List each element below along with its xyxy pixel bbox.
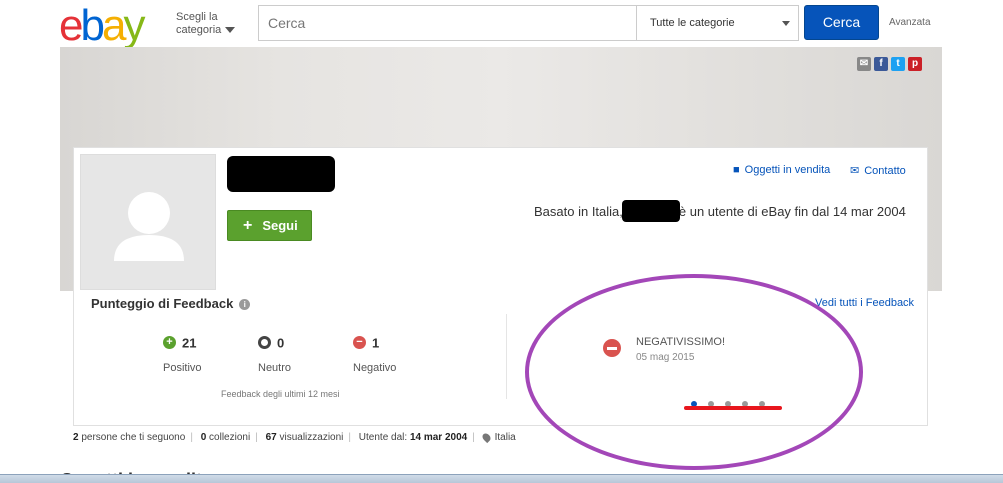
rating-neutral[interactable]: 0 Neutro <box>258 334 291 374</box>
member-since-value: 14 mar 2004 <box>409 432 468 443</box>
redacted-username <box>227 156 335 192</box>
neutral-icon <box>258 336 271 350</box>
positive-icon: + <box>163 336 176 350</box>
see-all-feedback-link[interactable]: Vedi tutti i Feedback <box>815 297 914 309</box>
annotation-ellipse <box>525 274 863 470</box>
category-select-value: Tutte le categorie <box>650 17 735 29</box>
follow-button[interactable]: + Segui <box>227 210 312 241</box>
items-for-sale-link[interactable]: ■ Oggetti in vendita <box>733 164 830 176</box>
advanced-search-link[interactable]: Avanzata <box>889 17 931 28</box>
chevron-down-icon <box>782 21 790 26</box>
contact-link[interactable]: ✉ Contatto <box>850 164 906 177</box>
followers-count: 2 <box>73 432 79 443</box>
plus-icon: + <box>243 217 253 234</box>
negative-icon: − <box>353 336 366 350</box>
ebay-logo[interactable]: ebay <box>59 4 145 48</box>
feedback-score-title: Punteggio di Feedback i <box>91 296 251 311</box>
tag-icon: ■ <box>733 164 740 176</box>
pinterest-icon[interactable]: p <box>908 57 922 71</box>
shop-by-category-dropdown[interactable]: Scegli la categoria <box>176 11 236 37</box>
search-bar: Tutte le categorie <box>258 5 799 41</box>
collections-count: 0 <box>200 432 207 443</box>
profile-stats: 2 persone che ti seguono | 0 collezioni | … <box>73 431 516 444</box>
views-count: 67 <box>265 432 277 443</box>
user-silhouette-icon <box>114 192 184 261</box>
location-pin-icon <box>480 431 492 444</box>
facebook-icon[interactable]: f <box>874 57 888 71</box>
email-icon[interactable]: ✉ <box>857 57 871 71</box>
rating-negative[interactable]: −1 Negativo <box>353 334 396 374</box>
avatar <box>80 154 216 290</box>
chevron-down-icon <box>225 27 236 34</box>
twitter-icon[interactable]: t <box>891 57 905 71</box>
rating-positive[interactable]: +21 Positivo <box>163 334 202 374</box>
redacted-username-inline <box>622 200 680 222</box>
annotation-underline <box>684 406 782 410</box>
shop-by-category-line1: Scegli la <box>176 11 218 23</box>
os-taskbar <box>0 474 1003 483</box>
search-input[interactable] <box>259 6 636 40</box>
category-select[interactable]: Tutte le categorie <box>636 6 798 40</box>
envelope-icon: ✉ <box>850 165 860 177</box>
follow-button-label: Segui <box>262 218 298 233</box>
views-label: visualizzazioni <box>279 432 344 443</box>
ebay-profile-page: ebay Scegli la categoria Tutte le catego… <box>0 0 1003 483</box>
followers-label[interactable]: persone che ti seguono <box>81 432 185 443</box>
location: Italia <box>494 432 516 443</box>
feedback-window-note: Feedback degli ultimi 12 mesi <box>221 389 340 399</box>
shop-by-category-line2: categoria <box>176 24 222 36</box>
search-button[interactable]: Cerca <box>804 5 879 40</box>
member-since-label: Utente dal: <box>358 432 408 443</box>
member-info: Basato in Italia, è un utente di eBay fin… <box>534 204 906 219</box>
feedback-divider <box>506 314 507 399</box>
collections-label[interactable]: collezioni <box>209 432 250 443</box>
info-icon[interactable]: i <box>239 299 251 311</box>
